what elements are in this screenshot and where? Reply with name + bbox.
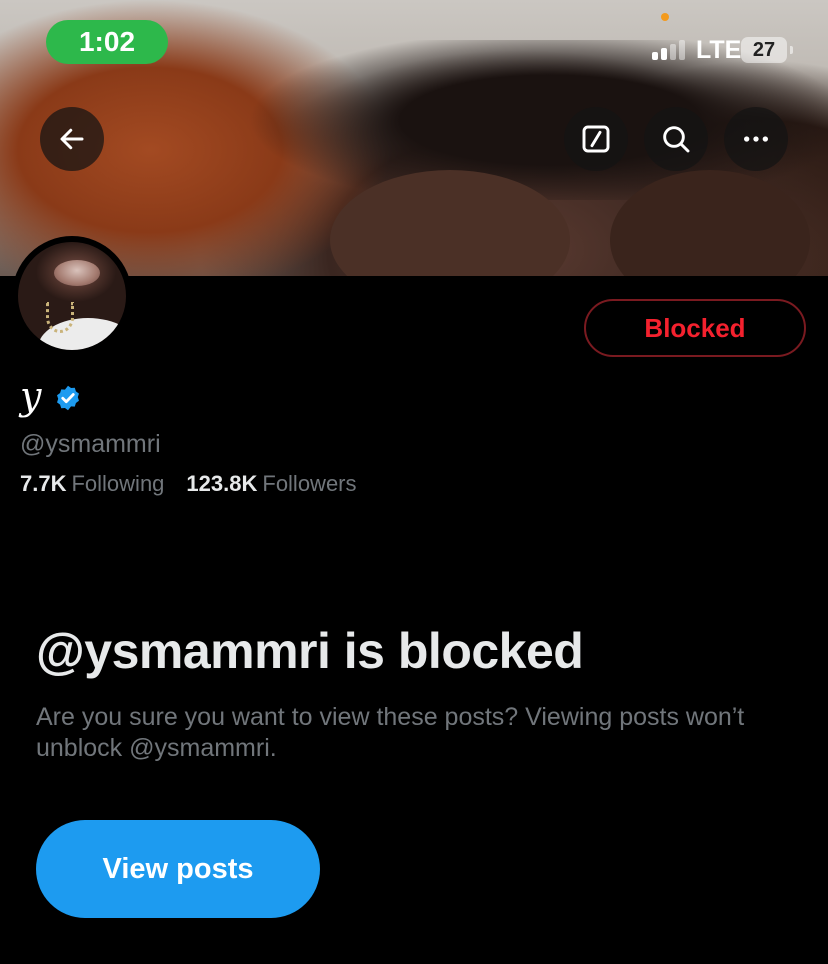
followers-count: 123.8K (186, 471, 258, 496)
more-options-button[interactable] (724, 107, 788, 171)
blocked-button[interactable]: Blocked (584, 299, 806, 357)
avatar-image (18, 242, 126, 350)
cellular-signal-icon (652, 38, 685, 60)
following-count: 7.7K (20, 471, 67, 496)
following-link[interactable]: 7.7K Following (20, 471, 164, 497)
battery-level: 27 (752, 38, 776, 61)
follow-stats: 7.7K Following 123.8K Followers (20, 471, 357, 497)
followers-label: Followers (262, 471, 357, 496)
blocked-notice-title: @ysmammri is blocked (36, 623, 584, 679)
status-time: 1:02 (46, 20, 168, 64)
following-label: Following (71, 471, 165, 496)
compose-icon (582, 125, 610, 153)
avatar[interactable] (12, 236, 132, 356)
blocked-notice-description: Are you sure you want to view these post… (36, 703, 745, 762)
grok-button[interactable] (564, 107, 628, 171)
privacy-indicator-dot (661, 13, 669, 21)
back-button[interactable] (40, 107, 104, 171)
view-posts-button[interactable]: View posts (36, 820, 320, 918)
battery-icon: 27 (741, 37, 793, 63)
network-type: LTE (696, 36, 742, 64)
profile-handle: @ysmammri (20, 430, 161, 458)
more-icon (744, 136, 768, 142)
display-name: y (20, 374, 42, 418)
avatar-decoration (46, 302, 74, 333)
avatar-decoration (54, 260, 100, 286)
arrow-left-icon (60, 128, 84, 150)
verified-badge-icon[interactable] (54, 384, 82, 412)
search-button[interactable] (644, 107, 708, 171)
search-icon (663, 126, 690, 153)
followers-link[interactable]: 123.8K Followers (186, 471, 356, 497)
